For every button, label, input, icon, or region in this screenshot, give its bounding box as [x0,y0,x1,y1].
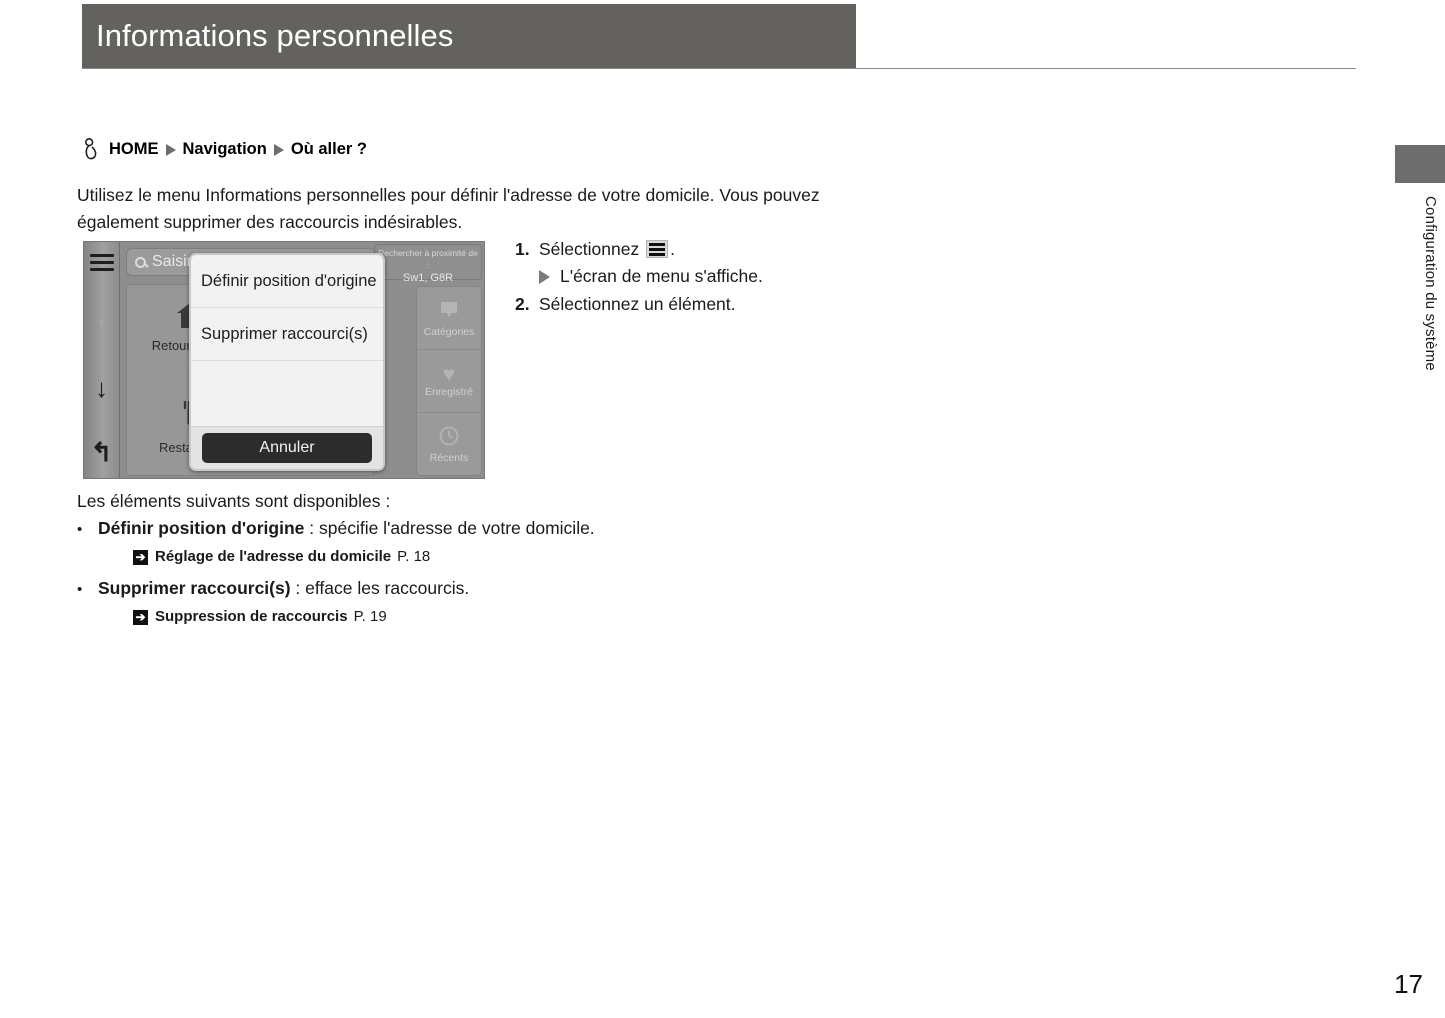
breadcrumb-item-where-to[interactable]: Où aller ? [291,140,367,159]
cross-reference[interactable]: ➔ Réglage de l'adresse du domicile P. 18 [77,545,877,569]
cross-reference-title: Réglage de l'adresse du domicile [155,548,392,565]
breadcrumb: HOME Navigation Où aller ? [83,138,367,160]
bullet-icon: • [77,521,83,538]
bullet-icon: • [77,581,83,598]
chapter-tab-label: Configuration du système [1422,196,1439,371]
step-2-number: 2. [515,294,530,314]
cancel-button[interactable]: Annuler [202,433,372,463]
clock-icon [438,425,460,452]
arrow-down-icon[interactable]: ↓ [95,375,108,401]
recents-label: Récents [429,451,469,464]
saved-label: Enregistré [425,386,473,398]
available-items-list: • Définir position d'origine : spécifie … [77,515,877,635]
chapter-tab-marker [1395,145,1445,183]
step-1: 1. Sélectionnez . [515,236,875,262]
step-2: 2. Sélectionnez un élément. [515,291,875,317]
available-items-lead: Les éléments suivants sont disponibles : [77,491,391,511]
cross-reference-arrow-icon: ➔ [133,549,148,565]
page-number: 17 [1394,969,1423,999]
manual-page: Informations personnelles HOME Navigatio… [0,0,1445,1018]
breadcrumb-chevron-icon [273,144,284,156]
step-1-label: Sélectionnez [539,239,640,259]
step-1-number: 1. [515,239,530,259]
intro-paragraph: Utilisez le menu Informations personnell… [77,185,820,232]
search-nearby-button[interactable]: Rechercher à proximité de : Sw1, G8R [374,244,482,284]
step-2-text: Sélectionnez un élément. [539,294,736,314]
cross-reference-title: Suppression de raccourcis [155,608,348,625]
screenshot-right-panel: Catégories ♥ Enregistré Récents [416,286,482,476]
cross-reference[interactable]: ➔ Suppression de raccourcis P. 19 [77,605,877,629]
heart-icon: ♥ [442,363,456,386]
search-nearby-value: Sw1, G8R [402,272,454,284]
arrow-up-icon[interactable]: ↑ [95,311,108,337]
personal-info-dialog: Définir position d'origine Supprimer rac… [189,253,385,471]
hand-pointer-icon [83,138,100,160]
saved-button[interactable]: ♥ Enregistré [417,350,481,413]
search-icon [135,256,146,268]
search-nearby-label: Rechercher à proximité de : [378,248,478,270]
cross-reference-page: P. 18 [397,548,431,565]
breadcrumb-item-home[interactable]: HOME [109,140,159,159]
list-item-term: Supprimer raccourci(s) [98,578,291,598]
list-item: • Définir position d'origine : spécifie … [77,515,877,543]
navigation-screenshot: ↑ ↓ ↰ Saisir Rechercher à proximité de :… [83,241,485,479]
breadcrumb-item-navigation[interactable]: Navigation [183,140,267,159]
page-title: Informations personnelles [96,18,454,53]
step-1-suffix: . [670,239,675,259]
list-item: • Supprimer raccourci(s) : efface les ra… [77,575,877,603]
dialog-item-set-home[interactable]: Définir position d'origine [191,255,383,308]
search-placeholder: Saisir [152,253,193,270]
hamburger-menu-icon [646,240,669,258]
map-pin-icon [438,299,460,326]
step-1-text: Sélectionnez . [539,236,675,262]
list-item-desc: : efface les raccourcis. [290,578,470,598]
dialog-footer: Annuler [191,427,383,469]
cross-reference-arrow-icon: ➔ [133,609,148,625]
dialog-item-delete-shortcuts[interactable]: Supprimer raccourci(s) [191,308,383,361]
categories-label: Catégories [423,325,475,338]
step-1-substep: L'écran de menu s'affiche. [515,263,875,289]
header-divider [82,68,1356,69]
page-header-bar: Informations personnelles [82,4,856,68]
list-item-term: Définir position d'origine [98,518,305,538]
categories-button[interactable]: Catégories [417,287,481,350]
step-1-substep-text: L'écran de menu s'affiche. [560,266,763,286]
breadcrumb-chevron-icon [165,144,176,156]
dialog-empty-area [191,361,383,427]
instruction-steps: 1. Sélectionnez . L'écran de menu s'affi… [515,236,875,318]
recents-button[interactable]: Récents [417,413,481,475]
screenshot-left-rail: ↑ ↓ ↰ [84,242,120,478]
menu-icon[interactable] [89,254,114,275]
back-arrow-icon[interactable]: ↰ [91,439,113,465]
triangle-bullet-icon [539,270,550,284]
list-item-desc: : spécifie l'adresse de votre domicile. [304,518,595,538]
cross-reference-page: P. 19 [353,608,387,625]
